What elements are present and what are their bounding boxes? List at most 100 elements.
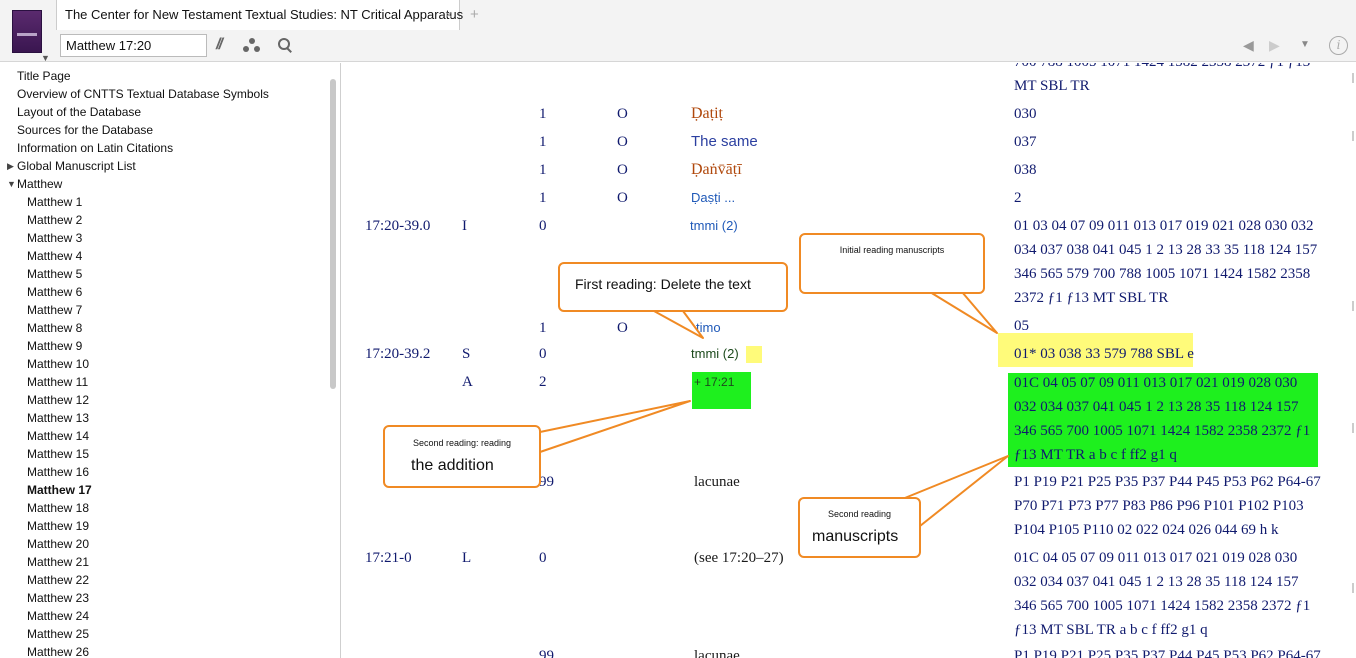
toc-item[interactable]: Matthew 5 xyxy=(0,265,328,283)
manuscript-list: MT SBL TR xyxy=(1014,78,1090,94)
toc-item[interactable]: Matthew 7 xyxy=(0,301,328,319)
new-tab-icon[interactable]: + xyxy=(470,6,479,23)
toc-item[interactable]: Matthew 24 xyxy=(0,607,328,625)
back-arrow-icon[interactable]: ◀ xyxy=(1243,37,1254,54)
variant-number: 1 xyxy=(539,162,547,178)
toc-item[interactable]: Title Page xyxy=(0,67,328,85)
toc-item-label: Matthew 4 xyxy=(27,249,83,263)
toc-item-label: Matthew 14 xyxy=(27,429,90,443)
callout-second-manuscripts: Second reading manuscripts xyxy=(798,497,921,558)
toc-item[interactable]: Matthew 19 xyxy=(0,517,328,535)
toc-item[interactable]: Matthew 26 xyxy=(0,643,328,658)
toc-item[interactable]: ▶ Global Manuscript List xyxy=(0,157,328,175)
toc-list: Title Page Overview of CNTTS Textual Data… xyxy=(0,67,328,658)
toc-item[interactable]: Matthew 11 xyxy=(0,373,328,391)
toc-item[interactable]: ▼ Matthew xyxy=(0,175,328,193)
manuscript-list[interactable]: 037 xyxy=(1014,131,1037,153)
book-cover-thumbnail[interactable] xyxy=(12,10,42,53)
toc-item-label: Matthew 25 xyxy=(27,627,90,641)
toc-item[interactable]: Matthew 2 xyxy=(0,211,328,229)
manuscript-list[interactable]: 01C 04 05 07 09 011 013 017 021 019 028 … xyxy=(1014,371,1322,467)
forward-arrow-icon[interactable]: ▶ xyxy=(1269,37,1280,54)
toc-item[interactable]: Matthew 14 xyxy=(0,427,328,445)
toc-item-label: Sources for the Database xyxy=(17,123,154,137)
tab-title: The Center for New Testament Textual Stu… xyxy=(65,7,464,22)
reference-input[interactable] xyxy=(60,34,207,57)
toc-item[interactable]: Matthew 21 xyxy=(0,553,328,571)
variant-number: 1 xyxy=(539,190,547,206)
document-tab[interactable]: The Center for New Testament Textual Stu… xyxy=(56,0,464,30)
toc-item[interactable]: Matthew 22 xyxy=(0,571,328,589)
toc-item[interactable]: Layout of the Database xyxy=(0,103,328,121)
manuscript-list[interactable]: 01 03 04 07 09 011 013 017 019 021 028 0… xyxy=(1014,214,1322,310)
expand-down-icon[interactable]: ▼ xyxy=(7,175,16,193)
chevron-down-icon[interactable]: ▼ xyxy=(41,53,50,63)
toc-item[interactable]: Matthew 12 xyxy=(0,391,328,409)
toc-item[interactable]: Matthew 18 xyxy=(0,499,328,517)
manuscript-list[interactable]: 01C 04 05 07 09 011 013 017 021 019 028 … xyxy=(1014,546,1322,642)
expand-right-icon[interactable]: ▶ xyxy=(7,157,14,175)
reading-text: + 17:21 xyxy=(694,375,735,389)
toc-item[interactable]: Matthew 16 xyxy=(0,463,328,481)
manuscript-list[interactable]: 05 xyxy=(1014,315,1029,337)
reading-text: tmmi (2) xyxy=(690,218,738,233)
toc-item-label: Matthew 20 xyxy=(27,537,90,551)
scroll-grip xyxy=(1352,583,1354,593)
variant-reference[interactable]: 17:20-39.0 xyxy=(365,215,430,237)
reading-text[interactable]: (see 17:20–27) xyxy=(694,547,784,569)
manuscript-list[interactable]: P1 P19 P21 P25 P35 P37 P44 P45 P53 P62 P… xyxy=(1014,470,1322,542)
variant-type: S xyxy=(462,346,471,362)
toc-item[interactable]: Matthew 20 xyxy=(0,535,328,553)
toc-item[interactable]: Sources for the Database xyxy=(0,121,328,139)
variant-reference[interactable]: 17:20-39.2 xyxy=(365,343,430,365)
history-menu-icon[interactable]: ▼ xyxy=(1300,39,1310,50)
toc-item-label: Title Page xyxy=(17,69,71,83)
variant-number: 1 xyxy=(539,106,547,122)
variant-number: 0 xyxy=(539,218,547,234)
toc-item-label: Matthew 11 xyxy=(27,375,89,389)
variant-number: 0 xyxy=(539,346,547,362)
reading-text: timo xyxy=(696,320,721,335)
toc-item-label: Information on Latin Citations xyxy=(17,141,174,155)
variant-type: I xyxy=(462,218,467,234)
search-icon[interactable] xyxy=(277,37,293,53)
parallel-resources-icon[interactable]: // xyxy=(216,36,223,54)
toc-item[interactable]: Matthew 23 xyxy=(0,589,328,607)
variant-number: 1 xyxy=(539,320,547,336)
toc-item[interactable]: Matthew 4 xyxy=(0,247,328,265)
callout-text: First reading: Delete the text xyxy=(575,276,751,292)
toc-item[interactable]: Information on Latin Citations xyxy=(0,139,328,157)
manuscript-list[interactable]: 01* 03 038 33 579 788 SBL e xyxy=(1014,343,1194,365)
variant-reference[interactable]: 17:21-0 xyxy=(365,547,412,569)
toc-item[interactable]: Matthew 13 xyxy=(0,409,328,427)
toc-item[interactable]: Matthew 17 xyxy=(0,481,328,499)
manuscript-list[interactable]: 030 xyxy=(1014,103,1037,125)
visual-filter-icon[interactable] xyxy=(243,38,261,54)
manuscript-list[interactable]: P1 P19 P21 P25 P35 P37 P44 P45 P53 P62 P… xyxy=(1014,645,1321,658)
manuscript-list[interactable]: 038 xyxy=(1014,159,1037,181)
toc-item[interactable]: Matthew 3 xyxy=(0,229,328,247)
manuscript-list[interactable]: 2 xyxy=(1014,187,1022,209)
toc-item[interactable]: Matthew 10 xyxy=(0,355,328,373)
callout-first-reading: First reading: Delete the text xyxy=(558,262,788,312)
toc-item-label: Matthew 22 xyxy=(27,573,90,587)
highlight-yellow-small xyxy=(746,346,762,363)
sidebar-scrollbar[interactable] xyxy=(330,79,336,389)
toc-item[interactable]: Matthew 1 xyxy=(0,193,328,211)
toc-item-label: Global Manuscript List xyxy=(17,159,136,173)
toc-item[interactable]: Matthew 9 xyxy=(0,337,328,355)
reading-text: lacunae xyxy=(694,474,740,490)
variant-flag: O xyxy=(617,162,628,178)
toc-item-label: Matthew 1 xyxy=(27,195,83,209)
toc-item[interactable]: Matthew 8 xyxy=(0,319,328,337)
toc-item[interactable]: Matthew 15 xyxy=(0,445,328,463)
toc-item[interactable]: Matthew 6 xyxy=(0,283,328,301)
scroll-grip xyxy=(1352,73,1354,83)
reading-text: tmmi (2) xyxy=(691,346,739,361)
close-icon[interactable]: × xyxy=(445,7,453,22)
toc-item[interactable]: Matthew 25 xyxy=(0,625,328,643)
toc-item-label: Matthew 8 xyxy=(27,321,83,335)
info-icon[interactable]: i xyxy=(1329,36,1348,55)
toc-item-label: Matthew 18 xyxy=(27,501,90,515)
toc-item[interactable]: Overview of CNTTS Textual Database Symbo… xyxy=(0,85,328,103)
